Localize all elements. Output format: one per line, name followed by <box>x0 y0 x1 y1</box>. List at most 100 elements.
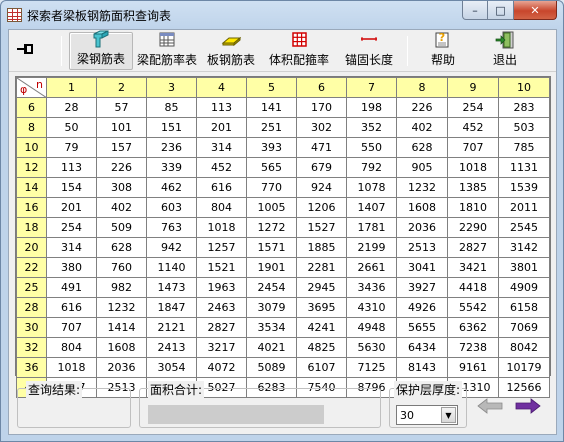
area-cell[interactable]: 226 <box>396 97 448 118</box>
area-cell[interactable]: 3436 <box>346 277 397 298</box>
area-cell[interactable]: 3054 <box>146 357 197 378</box>
area-cell[interactable]: 85 <box>146 97 197 118</box>
area-cell[interactable]: 1539 <box>498 177 550 198</box>
area-cell[interactable]: 3041 <box>396 257 448 278</box>
area-cell[interactable]: 1901 <box>246 257 297 278</box>
area-cell[interactable]: 1018 <box>46 357 97 378</box>
area-cell[interactable]: 1781 <box>346 217 397 238</box>
area-cell[interactable]: 3695 <box>296 297 347 318</box>
area-cell[interactable]: 1018 <box>196 217 247 238</box>
area-cell[interactable]: 6158 <box>498 297 550 318</box>
area-cell[interactable]: 924 <box>296 177 347 198</box>
area-cell[interactable]: 141 <box>246 97 297 118</box>
area-cell[interactable]: 628 <box>96 237 147 258</box>
anchor-length-button[interactable]: 锚固长度 <box>339 32 399 70</box>
area-cell[interactable]: 491 <box>46 277 97 298</box>
area-cell[interactable]: 2281 <box>296 257 347 278</box>
area-cell[interactable]: 170 <box>296 97 347 118</box>
app-icon[interactable] <box>7 8 22 22</box>
area-cell[interactable]: 2513 <box>396 237 448 258</box>
area-cell[interactable]: 236 <box>146 137 197 158</box>
area-cell[interactable]: 1963 <box>196 277 247 298</box>
area-cell[interactable]: 2454 <box>246 277 297 298</box>
area-cell[interactable]: 770 <box>246 177 297 198</box>
area-cell[interactable]: 4021 <box>246 337 297 358</box>
area-cell[interactable]: 707 <box>46 317 97 338</box>
area-cell[interactable]: 5089 <box>246 357 297 378</box>
area-cell[interactable]: 308 <box>96 177 147 198</box>
area-cell[interactable]: 4072 <box>196 357 247 378</box>
area-cell[interactable]: 471 <box>296 137 347 158</box>
area-cell[interactable]: 1385 <box>447 177 499 198</box>
area-cell[interactable]: 2463 <box>196 297 247 318</box>
area-cell[interactable]: 3079 <box>246 297 297 318</box>
area-cell[interactable]: 1414 <box>96 317 147 338</box>
area-cell[interactable]: 6107 <box>296 357 347 378</box>
area-cell[interactable]: 12566 <box>498 377 550 398</box>
area-cell[interactable]: 2413 <box>146 337 197 358</box>
area-cell[interactable]: 157 <box>96 137 147 158</box>
area-cell[interactable]: 763 <box>146 217 197 238</box>
area-cell[interactable]: 10179 <box>498 357 550 378</box>
maximize-button[interactable]: □ <box>488 1 514 20</box>
area-cell[interactable]: 151 <box>146 117 197 138</box>
area-cell[interactable]: 4909 <box>498 277 550 298</box>
area-cell[interactable]: 352 <box>346 117 397 138</box>
area-cell[interactable]: 101 <box>96 117 147 138</box>
area-cell[interactable]: 1847 <box>146 297 197 318</box>
area-cell[interactable]: 226 <box>96 157 147 178</box>
area-cell[interactable]: 905 <box>396 157 448 178</box>
area-cell[interactable]: 804 <box>196 197 247 218</box>
area-cell[interactable]: 5655 <box>396 317 448 338</box>
next-button[interactable] <box>515 398 541 414</box>
area-cell[interactable]: 1232 <box>396 177 448 198</box>
area-cell[interactable]: 4926 <box>396 297 448 318</box>
area-cell[interactable]: 565 <box>246 157 297 178</box>
area-cell[interactable]: 57 <box>96 97 147 118</box>
area-cell[interactable]: 7125 <box>346 357 397 378</box>
area-cell[interactable]: 79 <box>46 137 97 158</box>
help-button[interactable]: ? 帮助 <box>421 31 465 70</box>
area-cell[interactable]: 2199 <box>346 237 397 258</box>
chevron-down-icon[interactable]: ▼ <box>441 407 456 423</box>
area-cell[interactable]: 1257 <box>196 237 247 258</box>
area-cell[interactable]: 6362 <box>447 317 499 338</box>
area-cell[interactable]: 251 <box>246 117 297 138</box>
area-cell[interactable]: 1608 <box>96 337 147 358</box>
area-cell[interactable]: 2036 <box>396 217 448 238</box>
area-cell[interactable]: 4825 <box>296 337 347 358</box>
area-cell[interactable]: 154 <box>46 177 97 198</box>
stirrup-ratio-button[interactable]: 体积配箍率 <box>263 32 335 70</box>
area-cell[interactable]: 792 <box>346 157 397 178</box>
area-cell[interactable]: 2945 <box>296 277 347 298</box>
area-cell[interactable]: 1407 <box>346 197 397 218</box>
area-cell[interactable]: 50 <box>46 117 97 138</box>
area-cell[interactable]: 2290 <box>447 217 499 238</box>
area-cell[interactable]: 302 <box>296 117 347 138</box>
area-cell[interactable]: 7238 <box>447 337 499 358</box>
area-cell[interactable]: 1608 <box>396 197 448 218</box>
area-cell[interactable]: 1272 <box>246 217 297 238</box>
area-cell[interactable]: 2011 <box>498 197 550 218</box>
area-cell[interactable]: 4948 <box>346 317 397 338</box>
area-cell[interactable]: 5542 <box>447 297 499 318</box>
area-cell[interactable]: 7069 <box>498 317 550 338</box>
area-cell[interactable]: 3801 <box>498 257 550 278</box>
area-cell[interactable]: 707 <box>447 137 499 158</box>
minimize-button[interactable]: – <box>462 1 488 20</box>
area-cell[interactable]: 1005 <box>246 197 297 218</box>
area-cell[interactable]: 679 <box>296 157 347 178</box>
area-cell[interactable]: 380 <box>46 257 97 278</box>
area-cell[interactable]: 9161 <box>447 357 499 378</box>
area-cell[interactable]: 804 <box>46 337 97 358</box>
area-cell[interactable]: 3534 <box>246 317 297 338</box>
area-cell[interactable]: 2827 <box>196 317 247 338</box>
area-cell[interactable]: 201 <box>196 117 247 138</box>
area-cell[interactable]: 402 <box>96 197 147 218</box>
area-cell[interactable]: 283 <box>498 97 550 118</box>
slab-rebar-button[interactable]: 板钢筋表 <box>203 32 259 70</box>
area-cell[interactable]: 1885 <box>296 237 347 258</box>
area-cell[interactable]: 393 <box>246 137 297 158</box>
area-cell[interactable]: 3217 <box>196 337 247 358</box>
area-cell[interactable]: 5630 <box>346 337 397 358</box>
